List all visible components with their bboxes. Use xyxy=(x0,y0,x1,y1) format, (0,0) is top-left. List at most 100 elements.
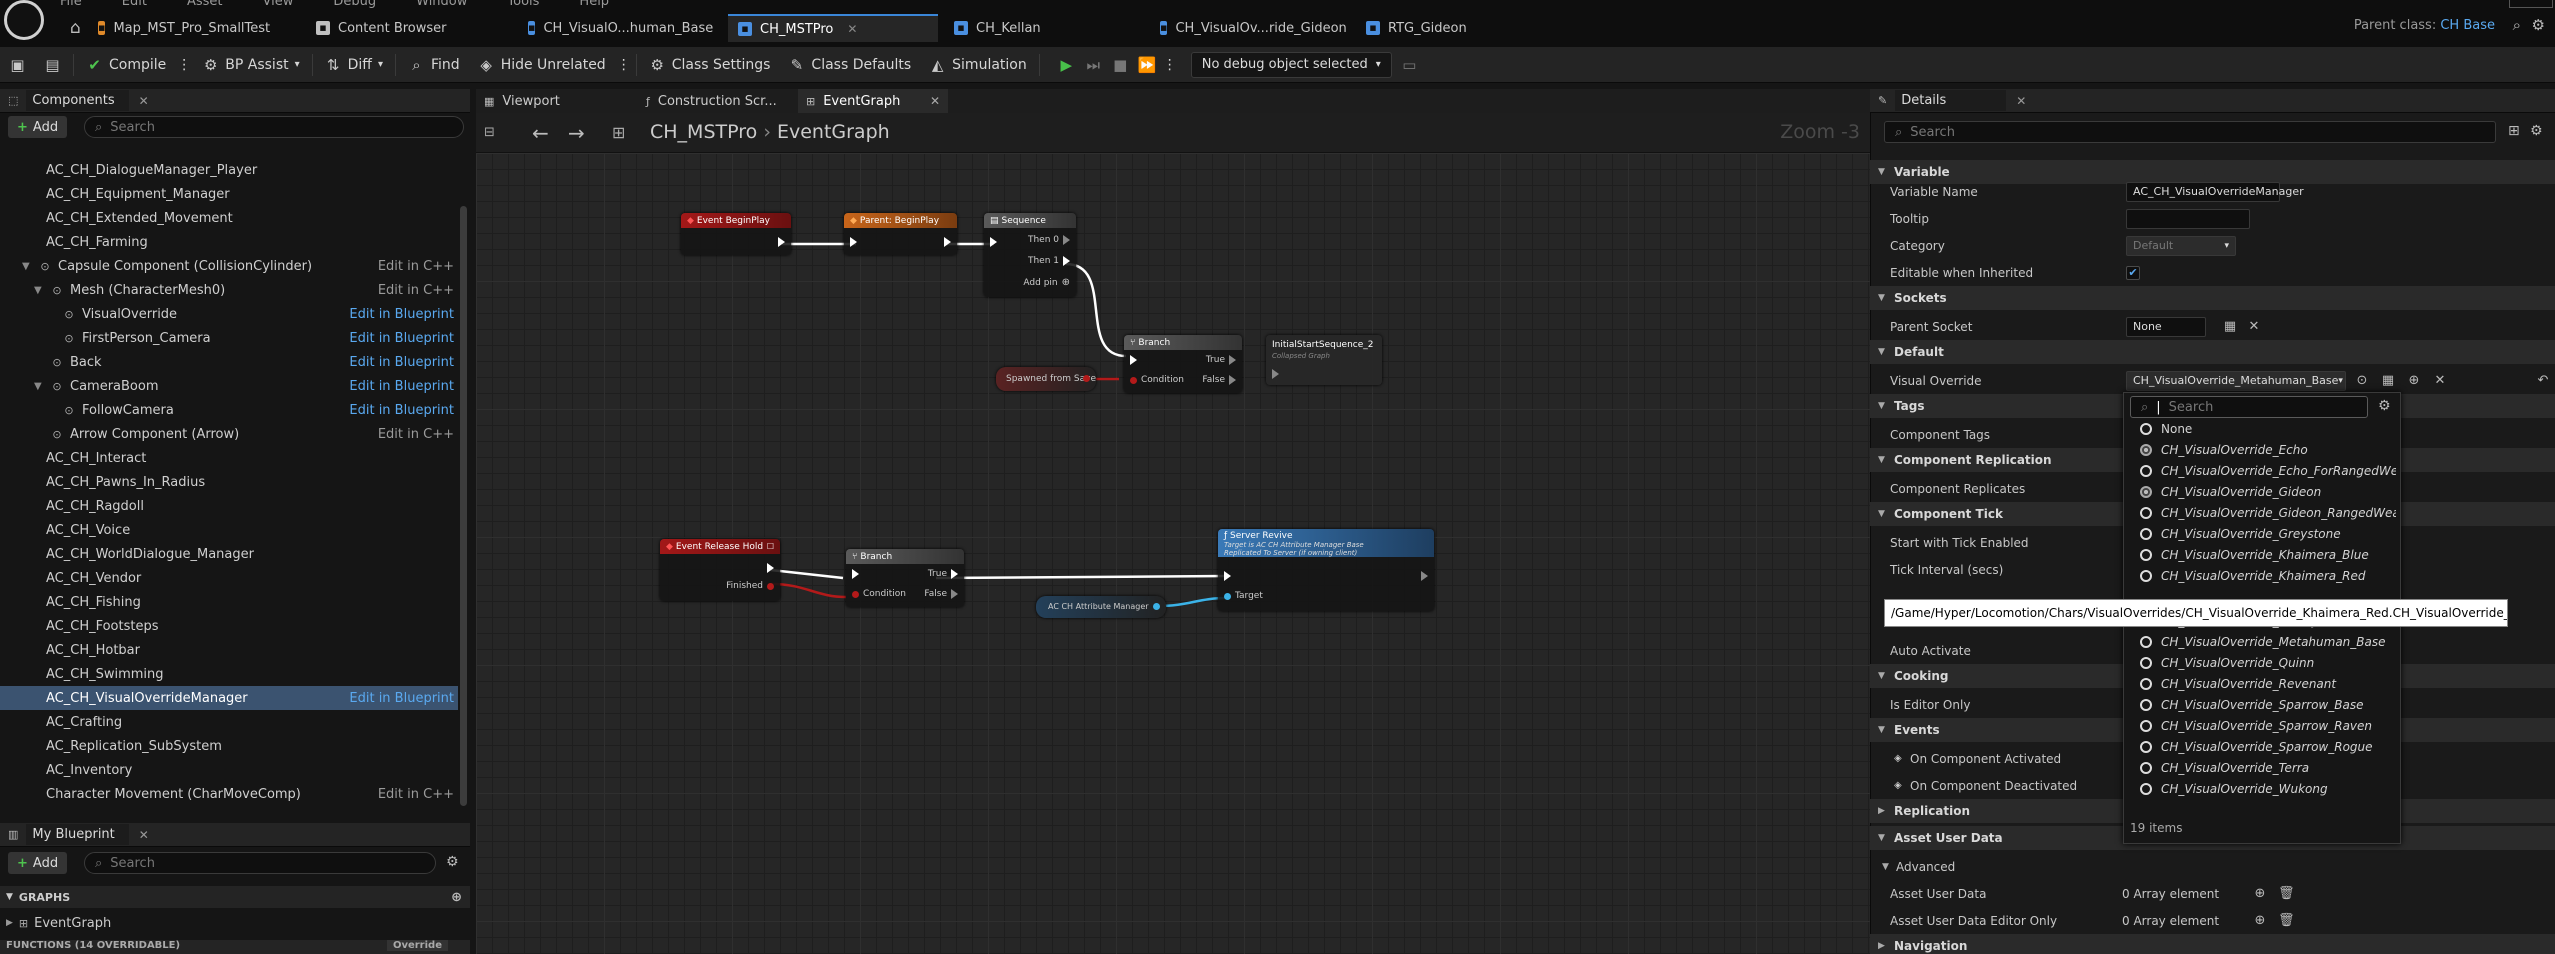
edit-link[interactable]: Edit in C++ xyxy=(378,283,454,298)
window-close-button[interactable] xyxy=(2509,0,2553,8)
edit-link[interactable]: Edit in C++ xyxy=(378,427,454,442)
asset-option[interactable]: CH_VisualOverride_Khaimera_Red xyxy=(2140,566,2396,586)
property-matrix-icon[interactable]: ⊞ xyxy=(2508,123,2520,139)
expand-arrow-icon[interactable]: ▼ xyxy=(1878,293,1885,303)
component-row[interactable]: ▼ ⊙ Capsule Component (CollisionCylinder) E… xyxy=(0,254,458,278)
components-search-input[interactable]: ⌕ Search xyxy=(84,116,464,138)
component-row[interactable]: AC_CH_Fishing xyxy=(0,590,458,614)
navigation-category[interactable]: ▶ Navigation xyxy=(1870,934,2555,954)
add-icon[interactable]: ⊕ xyxy=(2406,373,2422,389)
expand-arrow-icon[interactable]: ▼ xyxy=(1878,725,1885,735)
asset-option[interactable]: CH_VisualOverride_Khaimera_Blue xyxy=(2140,545,2396,565)
document-tab[interactable]: ▪ CH_MSTPro ✕ xyxy=(728,14,938,42)
event-release-hold-node[interactable]: ◆ Event Release Hold ☐ Finished xyxy=(660,539,780,601)
property-value-field[interactable]: None xyxy=(2126,316,2206,337)
close-tab-icon[interactable]: ✕ xyxy=(847,22,857,36)
expand-arrow-icon[interactable]: ▼ xyxy=(1878,833,1885,843)
class-defaults-button[interactable]: ✎ Class Defaults xyxy=(779,50,920,80)
menu-item[interactable]: Debug xyxy=(333,0,376,9)
details-settings-icon[interactable]: ⚙ xyxy=(2530,123,2543,139)
editable-checkbox[interactable]: ✔ xyxy=(2126,265,2140,280)
property-value-field[interactable]: Default ▾ xyxy=(2126,235,2236,256)
document-tab[interactable]: ▪ Content Browser xyxy=(306,14,506,42)
component-row[interactable]: ⊙ Back Edit in Blueprint xyxy=(0,350,458,374)
close-my-blueprint-icon[interactable]: ✕ xyxy=(139,828,149,842)
menu-item[interactable]: Help xyxy=(579,0,609,9)
component-row[interactable]: ▼ ⊙ Mesh (CharacterMesh0) Edit in C++ xyxy=(0,278,458,302)
expand-arrow-icon[interactable]: ▼ xyxy=(34,285,46,296)
component-row[interactable]: ⊙ Arrow Component (Arrow) Edit in C++ xyxy=(0,422,458,446)
eject-button[interactable]: ⏩ xyxy=(1134,50,1161,80)
spawned-from-save-getter[interactable]: Spawned from Save xyxy=(996,367,1096,391)
debug-browse-button[interactable]: ▭ xyxy=(1392,50,1427,80)
component-row[interactable]: ▼ ⊙ CameraBoom Edit in Blueprint xyxy=(0,374,458,398)
settings-gear-icon[interactable]: ⚙ xyxy=(446,854,459,870)
document-tab[interactable]: ▪ CH_VisualO...human_Base xyxy=(518,14,718,42)
component-row[interactable]: AC_CH_VisualOverrideManager Edit in Bluep… xyxy=(0,686,458,710)
component-row[interactable]: AC_Crafting xyxy=(0,710,458,734)
event-graph-canvas[interactable]: ◆ Event BeginPlay ◆ Parent: BeginPlay ▤ Seq… xyxy=(476,153,1870,954)
save-button[interactable]: ▣ xyxy=(0,50,35,80)
use-selected-icon[interactable]: ⊙ xyxy=(2354,373,2370,389)
graphs-section[interactable]: ▼ GRAPHS ⊕ xyxy=(0,886,470,908)
breadcrumb-root[interactable]: CH_MSTPro xyxy=(650,121,757,143)
close-components-icon[interactable]: ✕ xyxy=(139,94,149,108)
expand-arrow-icon[interactable]: ▼ xyxy=(1878,347,1885,357)
document-tab[interactable]: ▪ CH_VisualOv...ride_Gideon xyxy=(1150,14,1350,42)
components-tab[interactable]: Components xyxy=(26,90,129,111)
play-options-button[interactable]: ⋮ xyxy=(1161,50,1179,80)
component-row[interactable]: ⊙ FirstPerson_Camera Edit in Blueprint xyxy=(0,326,458,350)
details-search-input[interactable]: ⌕ Search xyxy=(1884,121,2496,143)
functions-section[interactable]: FUNCTIONS (14 OVERRIDABLE) Override xyxy=(0,940,470,954)
document-tab[interactable]: ▪ CH_Kellan xyxy=(944,14,1144,42)
sockets-category[interactable]: ▼ Sockets xyxy=(1870,286,2555,310)
expand-arrow-icon[interactable]: ▼ xyxy=(1878,167,1885,177)
add-element-icon[interactable]: ⊕ xyxy=(2252,913,2268,929)
hide-unrelated-options[interactable]: ⋮ xyxy=(615,50,633,80)
event-graph-item[interactable]: ▶ ⊞ EventGraph xyxy=(0,912,470,934)
debug-object-select[interactable]: No debug object selected ▾ xyxy=(1190,51,1392,78)
branch-node[interactable]: ⑂ Branch True Condition False xyxy=(1124,335,1242,393)
attribute-manager-getter[interactable]: AC CH Attribute Manager xyxy=(1036,596,1166,618)
edit-link[interactable]: Edit in C++ xyxy=(378,259,454,274)
diff-button[interactable]: ⇅ Diff ▾ xyxy=(316,50,392,80)
asset-option[interactable]: CH_VisualOverride_Sparrow_Raven xyxy=(2140,716,2396,736)
construction-script-tab[interactable]: ƒ Construction Scr... xyxy=(646,89,777,113)
add-element-icon[interactable]: ⊕ xyxy=(2252,886,2268,902)
event-graph-tab[interactable]: ⊞ EventGraph ✕ xyxy=(798,89,948,113)
step-button[interactable]: ⏭ xyxy=(1080,50,1107,80)
play-button[interactable]: ▶ xyxy=(1053,50,1080,80)
expand-arrow-icon[interactable]: ▶ xyxy=(1878,941,1885,951)
stop-button[interactable]: ■ xyxy=(1107,50,1134,80)
expand-arrow-icon[interactable]: ▼ xyxy=(22,261,34,272)
my-blueprint-add-button[interactable]: + Add xyxy=(8,852,68,874)
event-beginplay-node[interactable]: ◆ Event BeginPlay xyxy=(681,213,791,255)
breadcrumb-leaf[interactable]: EventGraph xyxy=(777,121,890,143)
delete-icon[interactable]: 🗑 xyxy=(2278,886,2295,902)
asset-option[interactable]: CH_VisualOverride_Quinn xyxy=(2140,653,2396,673)
asset-option[interactable]: CH_VisualOverride_Gideon_RangedWeap xyxy=(2140,503,2396,523)
document-tab[interactable]: ▪ RTG_Gideon xyxy=(1356,14,1506,42)
component-row[interactable]: AC_CH_Farming xyxy=(0,230,458,254)
browse-icon[interactable]: ▦ xyxy=(2222,319,2238,335)
property-value-field[interactable] xyxy=(2126,208,2250,229)
menu-item[interactable]: Asset xyxy=(187,0,223,9)
asset-picker-search[interactable]: ⌕ | Search xyxy=(2130,396,2368,418)
sequence-node[interactable]: ▤ Sequence Then 0 Then 1 Add pin ⊕ xyxy=(984,213,1076,297)
property-value-field[interactable]: CH_VisualOverride_Metahuman_Base ▾ xyxy=(2126,370,2346,391)
components-scrollbar[interactable] xyxy=(460,206,467,806)
reset-icon[interactable]: ↶ xyxy=(2535,373,2551,389)
edit-link[interactable]: Edit in Blueprint xyxy=(349,403,454,418)
component-row[interactable]: AC_CH_Equipment_Manager xyxy=(0,182,458,206)
compile-button[interactable]: ✔ Compile xyxy=(77,50,175,80)
component-row[interactable]: AC_CH_Vendor xyxy=(0,566,458,590)
parent-class-link[interactable]: CH Base xyxy=(2440,18,2495,33)
browse-icon[interactable]: ▦ xyxy=(2380,373,2396,389)
asset-option[interactable]: CH_VisualOverride_Terra xyxy=(2140,758,2396,778)
asset-option[interactable]: CH_VisualOverride_Greystone xyxy=(2140,524,2396,544)
server-revive-node[interactable]: ƒ Server Revive Target is AC CH Attribut… xyxy=(1218,529,1434,611)
parent-beginplay-node[interactable]: ◆ Parent: BeginPlay xyxy=(844,213,957,255)
edit-link[interactable]: Edit in Blueprint xyxy=(349,331,454,346)
bp-assist-button[interactable]: ⚙ BP Assist ▾ xyxy=(193,50,308,80)
asset-option[interactable]: CH_VisualOverride_Echo_ForRangedWea xyxy=(2140,461,2396,481)
